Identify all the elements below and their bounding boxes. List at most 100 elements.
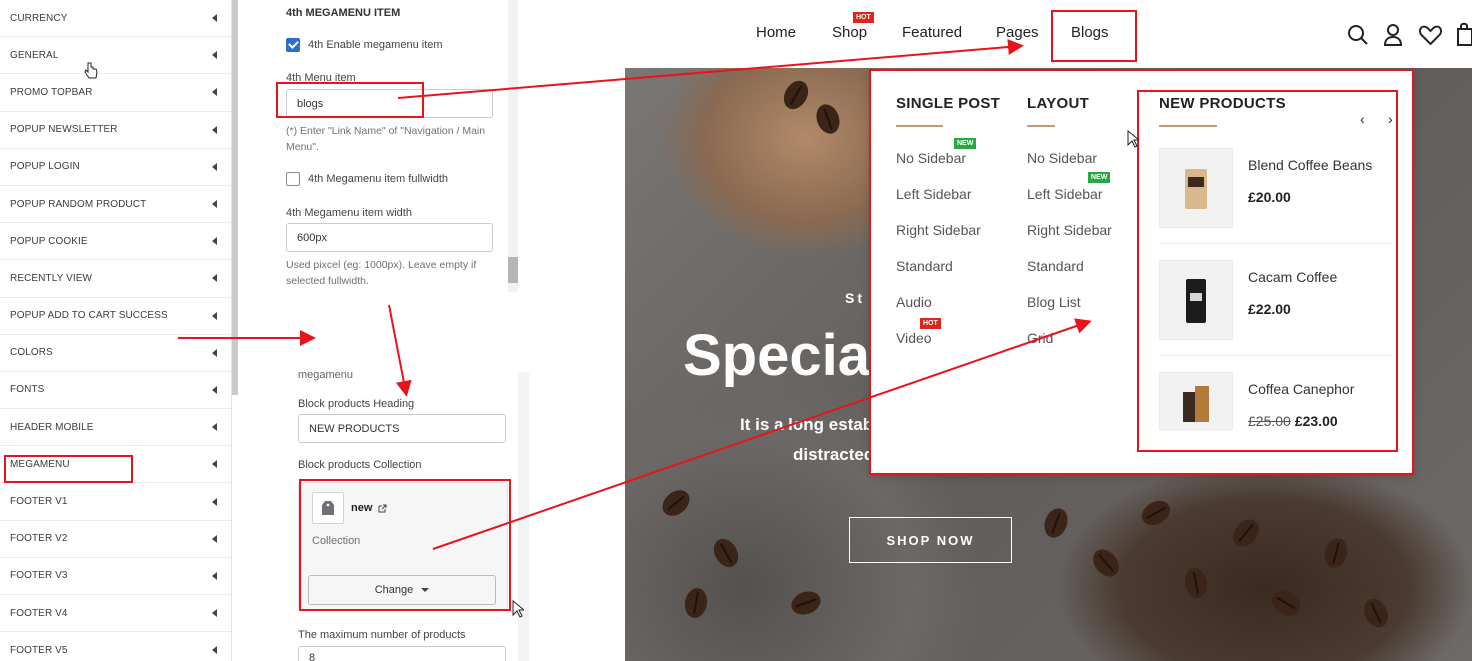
caret-left-icon <box>212 14 217 23</box>
sidebar-item[interactable]: FOOTER V4 <box>0 595 231 633</box>
sidebar-item-label: POPUP NEWSLETTER <box>10 124 118 136</box>
sidebar-item[interactable]: CURRENCY <box>0 0 231 38</box>
sidebar-item-label: RECENTLY VIEW <box>10 272 93 284</box>
sidebar-item[interactable]: POPUP NEWSLETTER <box>0 112 231 149</box>
caret-left-icon <box>212 534 217 543</box>
coffee-bean <box>1087 544 1125 582</box>
sidebar-item-label: FOOTER V3 <box>10 570 68 582</box>
caret-left-icon <box>212 51 217 60</box>
coffee-bean <box>778 76 814 114</box>
coffee-bean <box>1182 566 1210 600</box>
caret-left-icon <box>212 274 217 283</box>
width-help: Used pixcel (eg: 1000px). Leave empty if… <box>286 259 477 287</box>
caret-left-icon <box>212 88 217 97</box>
sidebar-item[interactable]: FONTS <box>0 372 231 410</box>
section-title: 4th MEGAMENU ITEM <box>286 7 401 19</box>
coffee-bean <box>788 587 824 619</box>
enable-megamenu-row[interactable]: 4th Enable megamenu item <box>286 38 443 52</box>
shop-now-button[interactable]: SHOP NOW <box>849 517 1012 563</box>
sidebar-item-label: PROMO TOPBAR <box>10 86 93 98</box>
caret-left-icon <box>212 571 217 580</box>
fullwidth-label: 4th Megamenu item fullwidth <box>308 173 449 185</box>
enable-megamenu-checkbox[interactable] <box>286 38 300 52</box>
highlight-blogs-nav <box>1051 10 1137 62</box>
fullwidth-checkbox[interactable] <box>286 172 300 186</box>
sidebar-item-label: POPUP ADD TO CART SUCCESS <box>10 310 168 322</box>
sidebar-item[interactable]: POPUP COOKIE <box>0 223 231 261</box>
hero-title: Special <box>683 323 887 388</box>
caret-left-icon <box>212 200 217 209</box>
sidebar-item[interactable]: COLORS <box>0 335 231 372</box>
sidebar-item-label: GENERAL <box>10 49 59 61</box>
menu-item-help: (*) Enter "Link Name" of "Navigation / M… <box>286 125 486 153</box>
caret-left-icon <box>212 497 217 506</box>
width-input[interactable]: 600px <box>286 223 493 252</box>
caret-left-icon <box>212 311 217 320</box>
hero-subtitle: St <box>845 290 865 306</box>
sidebar-item-label: FOOTER V1 <box>10 496 68 508</box>
search-icon[interactable] <box>1347 24 1369 46</box>
sidebar-item-label: COLORS <box>10 347 53 359</box>
coffee-bean <box>657 484 695 522</box>
settings-sidebar: CURRENCY GENERAL PROMO TOPBAR POPUP NEWSLET… <box>0 0 232 661</box>
sidebar-item[interactable]: PROMO TOPBAR <box>0 74 231 112</box>
coffee-bean <box>1267 585 1305 621</box>
sidebar-item-label: FOOTER V5 <box>10 644 68 656</box>
coffee-bean <box>1040 505 1072 541</box>
nav-home[interactable]: Home <box>756 24 796 41</box>
enable-megamenu-label: 4th Enable megamenu item <box>308 39 443 51</box>
sidebar-scrollbar[interactable] <box>232 0 238 395</box>
coffee-bean <box>1321 535 1351 571</box>
sidebar-item[interactable]: HEADER MOBILE <box>0 409 231 447</box>
caret-left-icon <box>212 237 217 246</box>
sidebar-item[interactable]: FOOTER V2 <box>0 521 231 558</box>
sidebar-item-label: POPUP RANDOM PRODUCT <box>10 198 147 210</box>
block-heading-input[interactable]: NEW PRODUCTS <box>298 414 506 443</box>
sidebar-item-label: POPUP COOKIE <box>10 235 88 247</box>
fullwidth-row[interactable]: 4th Megamenu item fullwidth <box>286 172 448 186</box>
panel-scrollbar-track[interactable] <box>508 0 518 292</box>
caret-left-icon <box>212 162 217 171</box>
highlight-menu-item-input <box>276 82 424 118</box>
highlight-collection-card <box>299 479 511 611</box>
heart-icon[interactable] <box>1419 25 1442 45</box>
sidebar-item[interactable]: FOOTER V1 <box>0 483 231 521</box>
hero-text-line2: distracted <box>793 445 875 464</box>
sidebar-item[interactable]: FOOTER V3 <box>0 558 231 595</box>
pointer-cursor-icon <box>1127 130 1139 148</box>
nav-pages[interactable]: Pages <box>996 24 1039 41</box>
max-products-input[interactable]: 8 <box>298 646 506 661</box>
nav-shop[interactable]: Shop <box>832 24 867 41</box>
caret-left-icon <box>212 385 217 394</box>
max-products-label: The maximum number of products <box>298 629 466 641</box>
caret-left-icon <box>212 609 217 618</box>
hero-text-line1: It is a long estab <box>740 415 874 434</box>
sidebar-item-label: FOOTER V2 <box>10 533 68 545</box>
sidebar-item-label: CURRENCY <box>10 12 68 24</box>
panel-scrollbar-thumb[interactable] <box>508 257 518 283</box>
sidebar-item[interactable]: GENERAL <box>0 37 231 75</box>
sidebar-item[interactable]: POPUP LOGIN <box>0 149 231 186</box>
block-collection-label: Block products Collection <box>298 459 422 471</box>
sidebar-item[interactable]: POPUP RANDOM PRODUCT <box>0 186 231 224</box>
sidebar-item-label: FOOTER V4 <box>10 607 68 619</box>
hot-badge: HOT <box>853 12 874 23</box>
user-icon[interactable] <box>1383 23 1403 46</box>
sidebar-item[interactable]: FOOTER V5 <box>0 632 231 661</box>
nav-featured[interactable]: Featured <box>902 24 962 41</box>
coffee-bean <box>1227 514 1265 552</box>
sidebar-item-label: FONTS <box>10 384 45 396</box>
sidebar-item-label: HEADER MOBILE <box>10 421 94 433</box>
caret-left-icon <box>212 646 217 655</box>
highlight-megamenu-item <box>4 455 133 483</box>
sidebar-item-label: POPUP LOGIN <box>10 161 80 173</box>
coffee-bean <box>1359 594 1393 632</box>
highlight-new-products <box>1137 90 1398 452</box>
coffee-bean <box>1137 495 1175 531</box>
caret-left-icon <box>212 125 217 134</box>
sidebar-item[interactable]: RECENTLY VIEW <box>0 260 231 298</box>
partial-text: megamenu <box>298 369 354 381</box>
caret-left-icon <box>212 423 217 432</box>
cart-icon[interactable] <box>1456 22 1472 46</box>
sidebar-item[interactable]: POPUP ADD TO CART SUCCESS <box>0 298 231 335</box>
